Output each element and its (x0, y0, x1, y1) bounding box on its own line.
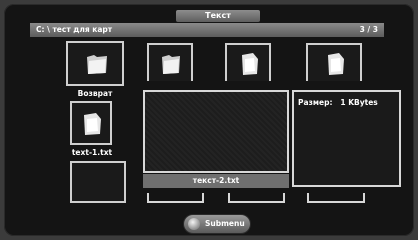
submenu-label: Submenu (205, 219, 245, 228)
folder-tile[interactable] (147, 43, 193, 81)
back-tile[interactable] (66, 41, 124, 86)
document-tile[interactable] (225, 43, 271, 81)
document-icon (84, 113, 101, 135)
back-label: Возврат (77, 89, 113, 98)
bottom-tile-bracket (147, 193, 204, 203)
remote-button-icon (188, 218, 200, 230)
submenu-button[interactable]: Submenu (184, 215, 250, 233)
size-value: 1 KBytes (340, 98, 378, 107)
path-bar: C: \ тест для карт 3 / 3 (30, 23, 384, 37)
page-counter: 3 / 3 (359, 25, 378, 34)
document-icon (328, 53, 344, 75)
document-tile[interactable] (306, 43, 362, 81)
folder-icon (162, 55, 180, 74)
media-browser-screen: Текст C: \ тест для карт 3 / 3 Возврат t… (4, 4, 414, 236)
preview-panel (143, 90, 289, 173)
file-size-line: Размер: 1 KBytes (298, 98, 378, 107)
selected-filename: текст-2.txt (143, 174, 289, 188)
window-title: Текст (176, 10, 260, 22)
file-tile-text-1[interactable] (70, 101, 112, 145)
bottom-tile-bracket (228, 193, 285, 203)
folder-icon (87, 55, 107, 74)
document-icon (242, 53, 258, 75)
bottom-tile-bracket (307, 193, 365, 203)
current-path: C: \ тест для карт (36, 25, 113, 34)
empty-tile[interactable] (70, 161, 126, 203)
text-1-label: text-1.txt (71, 148, 113, 157)
size-label: Размер: (298, 98, 333, 107)
file-info-panel: Размер: 1 KBytes (292, 90, 401, 187)
